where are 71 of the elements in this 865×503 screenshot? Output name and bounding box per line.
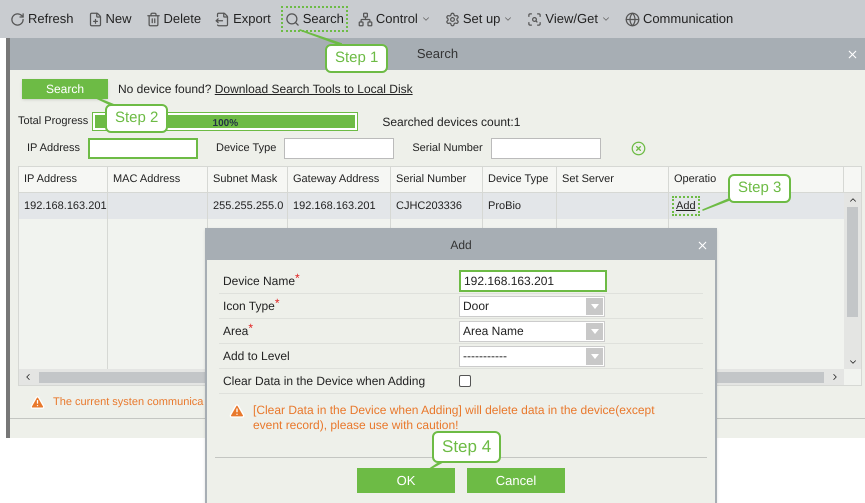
filter-field[interactable] bbox=[88, 138, 198, 159]
filter-field[interactable] bbox=[490, 138, 601, 159]
dropdown-field[interactable]: Door bbox=[459, 296, 605, 316]
toolbar-button[interactable]: Control bbox=[356, 8, 433, 30]
close-icon[interactable] bbox=[696, 238, 709, 252]
filter-label: Serial Number bbox=[412, 141, 483, 156]
scroll-thumb[interactable] bbox=[847, 207, 858, 317]
table-row[interactable]: 192.168.163.201 255.255.255.0 192.168.163.201 CJHC203336 ProBio Add bbox=[19, 193, 844, 219]
dialog-warning: [Clear Data in the Device when Adding] will delete data in the device(except event record), please use with caution! bbox=[253, 403, 656, 433]
toolbar-button[interactable]: New bbox=[86, 8, 134, 30]
checkbox[interactable] bbox=[459, 375, 471, 387]
magnifier-box-icon bbox=[527, 12, 542, 26]
toolbar-button[interactable]: Delete bbox=[144, 8, 204, 30]
field-label: Icon Type bbox=[223, 298, 275, 315]
warning-icon bbox=[229, 403, 245, 419]
field-label: Add to Level bbox=[223, 348, 290, 365]
warning-text: The current systen communica bbox=[53, 395, 204, 410]
warning-icon bbox=[30, 394, 45, 410]
toolbar-button[interactable]: Export bbox=[213, 8, 273, 30]
export-icon bbox=[215, 12, 230, 26]
window-title: Search bbox=[416, 45, 458, 64]
column-header: Serial Number bbox=[391, 167, 483, 192]
dialog-title: Add bbox=[450, 237, 472, 254]
filter-label: IP Address bbox=[27, 141, 80, 156]
settings-icon bbox=[444, 12, 460, 26]
step-tooltip: Step 1 bbox=[325, 44, 388, 72]
toolbar-button[interactable]: Set up bbox=[442, 8, 516, 30]
toolbar-button[interactable]: Communication bbox=[622, 8, 736, 30]
required-mark: * bbox=[248, 322, 254, 334]
dropdown-field[interactable]: ----------- bbox=[459, 346, 605, 366]
clear-icon[interactable] bbox=[630, 141, 646, 156]
column-header: Subnet Mask bbox=[208, 167, 288, 192]
search-icon bbox=[284, 12, 300, 26]
new-document-icon bbox=[88, 12, 103, 26]
close-icon[interactable] bbox=[846, 48, 859, 60]
filter-field[interactable] bbox=[284, 138, 394, 159]
step-tooltip: Step 2 bbox=[105, 104, 168, 132]
progress-reading: 100% bbox=[212, 117, 238, 131]
column-header: Set Server bbox=[557, 167, 669, 192]
column-header: Device Type bbox=[483, 167, 557, 192]
toolbar-button[interactable]: Search bbox=[282, 8, 346, 30]
column-header: MAC Address bbox=[108, 167, 208, 192]
table-cell-text: 192.168.163.201 bbox=[293, 198, 376, 214]
progress-label: Total Progress bbox=[18, 114, 88, 130]
add-link[interactable]: Add bbox=[674, 198, 698, 214]
required-mark: * bbox=[274, 297, 280, 309]
dropdown-field[interactable]: Area Name bbox=[459, 320, 605, 342]
refresh-icon bbox=[10, 12, 25, 26]
device-count: Searched devices count:1 bbox=[382, 114, 520, 130]
step-tooltip: Step 3 bbox=[728, 174, 792, 202]
filter-label: Device Type bbox=[216, 141, 276, 156]
download-link[interactable]: Download Search Tools to Local Disk bbox=[214, 82, 413, 96]
required-mark: * bbox=[295, 272, 300, 284]
field-label: Device Name bbox=[223, 274, 296, 290]
table-cell-text: CJHC203336 bbox=[396, 198, 462, 214]
toolbar-button[interactable]: View/Get bbox=[525, 8, 613, 30]
field-label: Area bbox=[223, 323, 248, 340]
column-header: IP Address bbox=[19, 167, 108, 192]
column-header: Gateway Address bbox=[288, 167, 391, 192]
trash-icon bbox=[146, 12, 161, 26]
device-name-field[interactable]: 192.168.163.201 bbox=[459, 270, 607, 292]
step-tooltip: Step 4 bbox=[432, 431, 502, 462]
network-icon bbox=[358, 12, 373, 26]
pointer-line bbox=[298, 28, 342, 46]
table-cell-text: 192.168.163.201 bbox=[24, 198, 107, 214]
globe-icon bbox=[624, 12, 640, 26]
toolbar-button[interactable]: Refresh bbox=[8, 8, 76, 30]
table-cell-text: ProBio bbox=[488, 198, 522, 214]
table-cell-text: 255.255.255.0 bbox=[213, 198, 284, 214]
hint-text: No device found? Download Search Tools to Local Disk bbox=[118, 81, 413, 98]
field-label: Clear Data in the Device when Adding bbox=[223, 373, 426, 390]
